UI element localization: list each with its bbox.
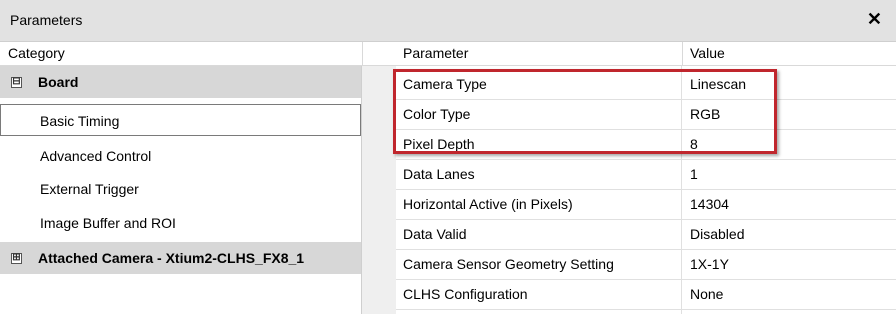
parameter-value[interactable]: RGB (690, 100, 720, 129)
tree-item-label: External Trigger (40, 181, 139, 197)
grid-row[interactable]: Camera Sensor Geometry Setting 1X-1Y (396, 250, 896, 280)
window-title: Parameters (10, 12, 83, 28)
grid-row[interactable]: Pixel Depth 8 (396, 130, 896, 160)
parameter-name: Data Lanes (403, 166, 475, 182)
tree-item-label: Advanced Control (40, 148, 152, 164)
parameter-value[interactable]: 8 (690, 130, 698, 159)
parameter-value[interactable]: Disabled (690, 220, 744, 249)
collapse-icon[interactable]: ⊟ (11, 77, 22, 88)
tree-item-label: Image Buffer and ROI (40, 215, 176, 231)
category-tree: ⊟ Board Basic Timing Advanced Control Ex… (0, 66, 362, 314)
parameter-value[interactable]: 1 (690, 160, 698, 189)
tree-item-basic-timing[interactable]: Basic Timing (0, 104, 361, 136)
grid-row[interactable]: Data Lanes 1 (396, 160, 896, 190)
header-divider[interactable] (682, 42, 683, 65)
parameter-value[interactable]: Linescan (690, 70, 746, 99)
tree-item-label: Attached Camera - Xtium2-CLHS_FX8_1 (38, 250, 305, 266)
parameter-name: Camera Type (403, 76, 487, 92)
parameter-name: Data Valid (403, 226, 467, 242)
column-headers: Category Parameter Value (0, 42, 896, 66)
grid-row-header-gutter (362, 66, 396, 314)
grid-row[interactable]: Horizontal Active (in Pixels) 14304 (396, 190, 896, 220)
tree-item-label: Board (38, 74, 79, 90)
tree-item-external-trigger[interactable]: External Trigger (0, 173, 361, 205)
parameter-value[interactable]: 14304 (690, 190, 729, 219)
parameter-name: Horizontal Active (in Pixels) (403, 196, 573, 212)
parameter-value[interactable]: None (690, 280, 723, 309)
header-divider[interactable] (362, 42, 363, 65)
tree-item-label: Basic Timing (40, 113, 120, 129)
parameter-header[interactable]: Parameter (403, 42, 468, 65)
parameter-name: Color Type (403, 106, 471, 122)
tree-item-attached-camera[interactable]: ⊞ Attached Camera - Xtium2-CLHS_FX8_1 (0, 242, 361, 274)
parameter-name: CLHS Configuration (403, 286, 528, 302)
grid-row[interactable]: Data Valid Disabled (396, 220, 896, 250)
tree-item-advanced-control[interactable]: Advanced Control (0, 140, 361, 172)
parameter-name: Camera Sensor Geometry Setting (403, 256, 614, 272)
tree-item-board[interactable]: ⊟ Board (0, 66, 361, 98)
parameter-name: Pixel Depth (403, 136, 475, 152)
category-header[interactable]: Category (8, 42, 65, 65)
tree-item-image-buffer-roi[interactable]: Image Buffer and ROI (0, 207, 361, 239)
grid-row[interactable]: CLHS Configuration None (396, 280, 896, 310)
value-header[interactable]: Value (690, 42, 725, 65)
parameter-value[interactable]: 1X-1Y (690, 250, 729, 279)
title-bar: Parameters ✕ (0, 0, 896, 42)
parameter-grid: Camera Type Linescan Color Type RGB Pixe… (396, 66, 896, 314)
grid-row[interactable]: Camera Type Linescan (396, 70, 896, 100)
grid-row[interactable]: Color Type RGB (396, 100, 896, 130)
expand-icon[interactable]: ⊞ (11, 253, 22, 264)
close-icon[interactable]: ✕ (867, 9, 882, 30)
